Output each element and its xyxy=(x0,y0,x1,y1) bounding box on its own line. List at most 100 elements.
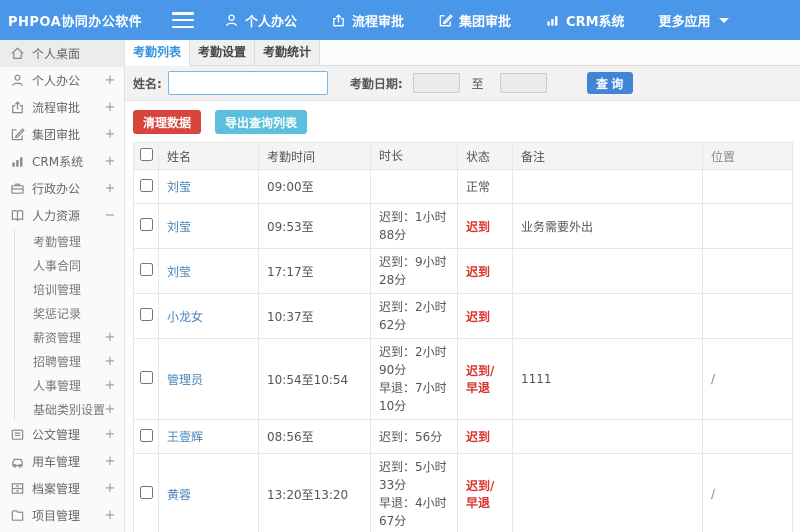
query-button[interactable]: 查 询 xyxy=(586,72,633,94)
expand-plus-icon[interactable]: + xyxy=(104,154,116,169)
col-name: 姓名 xyxy=(158,142,259,170)
tab-attendance-list[interactable]: 考勤列表 xyxy=(125,40,190,66)
sidebar-item-document-mgmt[interactable]: 公文管理 + xyxy=(0,421,124,448)
sidebar-item-group-approval[interactable]: 集团审批 + xyxy=(0,121,124,148)
expand-plus-icon[interactable]: + xyxy=(104,181,116,196)
table-header-row: 姓名 考勤时间 时长 状态 备注 位置 xyxy=(133,142,793,170)
sidebar-subitem-salary-mgmt[interactable]: 薪资管理 + xyxy=(15,325,124,349)
status-badge: 迟到 xyxy=(457,203,513,249)
attendance-time: 10:54至10:54 xyxy=(258,338,371,420)
note xyxy=(512,169,703,204)
employee-name-link[interactable]: 王壹辉 xyxy=(167,430,203,444)
sidebar-subitem-base-category[interactable]: 基础类别设置 + xyxy=(15,397,124,421)
employee-name-link[interactable]: 刘莹 xyxy=(167,220,191,234)
col-status: 状态 xyxy=(457,142,513,170)
sidebar-item-personal-office[interactable]: 个人办公 + xyxy=(0,67,124,94)
row-checkbox[interactable] xyxy=(139,178,153,192)
select-all-checkbox[interactable] xyxy=(139,148,153,161)
row-checkbox[interactable] xyxy=(139,218,153,231)
sidebar-item-vehicle-mgmt[interactable]: 用车管理 + xyxy=(0,448,124,475)
sidebar-item-archive-mgmt[interactable]: 档案管理 + xyxy=(0,475,124,502)
expand-plus-icon[interactable]: + xyxy=(104,427,116,442)
location: / xyxy=(702,453,793,532)
export-list-button[interactable]: 导出查询列表 xyxy=(215,110,308,134)
nav-crm-system[interactable]: CRM系统 xyxy=(545,11,625,30)
expand-plus-icon[interactable]: + xyxy=(104,454,116,469)
expand-plus-icon[interactable]: + xyxy=(104,508,116,523)
sidebar-item-crm-system[interactable]: CRM系统 + xyxy=(0,148,124,175)
nav-personal-office[interactable]: 个人办公 xyxy=(224,11,297,30)
top-nav: 个人办公 流程审批 集团审批 CRM系统 更多应用 xyxy=(224,11,729,30)
expand-plus-icon[interactable]: + xyxy=(104,402,116,417)
expand-plus-icon[interactable]: + xyxy=(104,73,116,88)
sidebar-subitem-recruit-mgmt[interactable]: 招聘管理 + xyxy=(15,349,124,373)
archive-icon xyxy=(10,481,25,496)
table-row: 刘莹 09:00至 正常 xyxy=(133,169,793,204)
table-row: 刘莹 17:17至 迟到：9小时28分 迟到 xyxy=(133,248,793,294)
col-location: 位置 xyxy=(702,142,793,170)
row-checkbox[interactable] xyxy=(139,371,153,384)
expand-plus-icon[interactable]: + xyxy=(104,127,116,142)
expand-plus-icon[interactable]: + xyxy=(104,378,116,393)
sidebar-hr-submenu: 考勤管理 人事合同 培训管理 奖惩记录 薪资管理 + 招聘管理 + 人事管理 +… xyxy=(14,229,124,421)
nav-more-apps[interactable]: 更多应用 xyxy=(659,11,729,30)
status-badge: 迟到 xyxy=(457,248,513,294)
folder-icon xyxy=(10,508,25,523)
note xyxy=(512,419,703,454)
table-row: 小龙女 10:37至 迟到：2小时62分 迟到 xyxy=(133,293,793,339)
duration: 迟到：56分 xyxy=(370,419,458,454)
menu-toggle-icon[interactable] xyxy=(172,12,194,28)
edit-icon xyxy=(439,13,453,26)
top-header: PHPOA协同办公软件 个人办公 流程审批 集团审批 CRM系统 更多应用 xyxy=(0,0,800,40)
duration: 迟到：5小时33分 早退：4小时67分 xyxy=(370,453,458,532)
employee-name-link[interactable]: 小龙女 xyxy=(167,310,203,324)
collapse-minus-icon[interactable]: − xyxy=(104,208,116,223)
user-icon xyxy=(10,73,25,88)
expand-plus-icon[interactable]: + xyxy=(104,100,116,115)
expand-plus-icon[interactable]: + xyxy=(104,481,116,496)
search-bar: 姓名: 考勤日期: 至 查 询 xyxy=(125,66,800,101)
date-from-input[interactable] xyxy=(412,73,460,93)
location xyxy=(702,203,793,249)
row-checkbox[interactable] xyxy=(139,428,153,442)
location xyxy=(702,169,793,204)
employee-name-link[interactable]: 刘莹 xyxy=(167,180,191,194)
employee-name-link[interactable]: 黄蓉 xyxy=(167,488,191,502)
expand-plus-icon[interactable]: + xyxy=(104,330,116,345)
attendance-time: 08:56至 xyxy=(258,419,371,454)
name-input[interactable] xyxy=(167,71,328,95)
sidebar-subitem-hr-contract[interactable]: 人事合同 xyxy=(15,253,124,277)
row-checkbox[interactable] xyxy=(139,486,153,499)
car-icon xyxy=(10,454,25,469)
duration: 迟到：2小时62分 xyxy=(370,293,458,339)
sidebar-item-project-mgmt[interactable]: 项目管理 + xyxy=(0,502,124,529)
employee-name-link[interactable]: 刘莹 xyxy=(167,265,191,279)
flow-icon xyxy=(333,13,344,26)
tab-attendance-settings[interactable]: 考勤设置 xyxy=(190,40,255,66)
sidebar-subitem-training-mgmt[interactable]: 培训管理 xyxy=(15,277,124,301)
document-icon xyxy=(10,427,25,442)
employee-name-link[interactable]: 管理员 xyxy=(167,373,203,387)
nav-process-approval[interactable]: 流程审批 xyxy=(331,11,404,30)
main-content: 考勤列表 考勤设置 考勤统计 姓名: 考勤日期: 至 查 询 清理数据 导出查询… xyxy=(125,40,800,532)
tab-attendance-stats[interactable]: 考勤统计 xyxy=(255,40,320,66)
sidebar-item-admin-office[interactable]: 行政办公 + xyxy=(0,175,124,202)
row-checkbox[interactable] xyxy=(139,263,153,276)
sidebar-subitem-attendance-mgmt[interactable]: 考勤管理 xyxy=(15,229,124,253)
expand-plus-icon[interactable]: + xyxy=(104,354,116,369)
sidebar-item-process-approval[interactable]: 流程审批 + xyxy=(0,94,124,121)
name-label: 姓名: xyxy=(133,76,162,91)
nav-group-approval[interactable]: 集团审批 xyxy=(438,11,511,30)
sidebar-subitem-personnel-mgmt[interactable]: 人事管理 + xyxy=(15,373,124,397)
sidebar-subitem-reward-record[interactable]: 奖惩记录 xyxy=(15,301,124,325)
sidebar-item-human-resources[interactable]: 人力资源 − xyxy=(0,202,124,229)
row-checkbox[interactable] xyxy=(139,308,153,321)
attendance-table: 姓名 考勤时间 时长 状态 备注 位置 刘莹 09:00至 正常 刘莹 09:5… xyxy=(133,142,793,532)
table-row: 刘莹 09:53至 迟到：1小时88分 迟到 业务需要外出 xyxy=(133,203,793,249)
to-label: 至 xyxy=(471,76,484,91)
date-to-input[interactable] xyxy=(499,73,547,93)
attendance-time: 13:20至13:20 xyxy=(258,453,371,532)
clean-data-button[interactable]: 清理数据 xyxy=(133,110,202,134)
sidebar-item-personal-desktop[interactable]: 个人桌面 xyxy=(0,40,124,67)
tab-bar: 考勤列表 考勤设置 考勤统计 xyxy=(125,40,800,66)
